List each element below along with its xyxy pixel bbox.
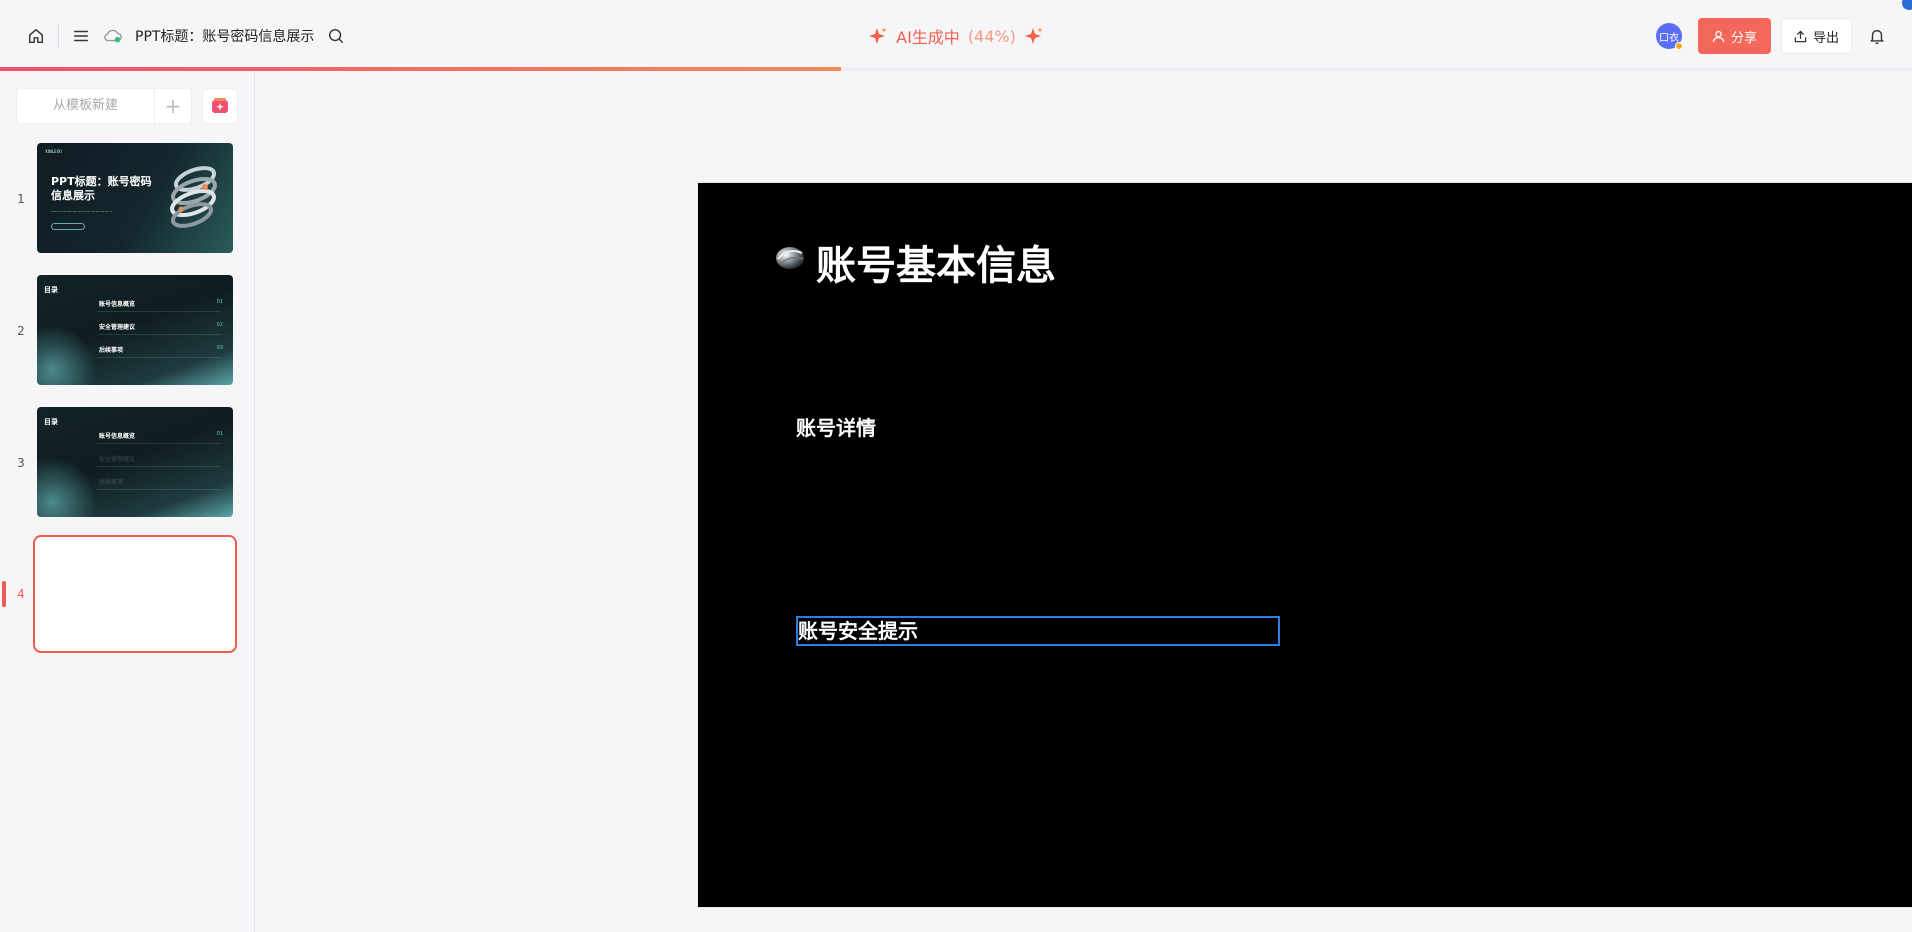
bell-icon [1870,29,1884,45]
thumb-heading: 目录 [44,286,58,294]
thumb-toc-divider [97,334,221,335]
thumb-toc-item: 后续事项 [99,479,124,486]
thumb-toc-item: 安全管理建议 [99,456,136,463]
thumb-heading: 目录 [44,418,58,426]
new-slide-row: 从模板新建 + [16,88,238,124]
slide-thumbnail[interactable]: 目录 账号信息概览 01 安全管理建议 后续事项 [37,407,233,517]
slide-number: 2 [17,324,25,338]
slide-number: 3 [17,456,25,470]
active-slide-indicator [2,581,6,607]
section-heading-security-tips[interactable]: 账号安全提示 [796,616,1280,646]
ai-status-label: AI生成中 [896,28,960,47]
thumb-toc-item: 安全管理建议 [99,324,136,331]
thumb-toc-divider [97,443,221,444]
thumb-toc-number: 03 [216,345,223,351]
sparkle-icon [869,27,888,44]
magic-slide-icon [212,98,228,113]
slide-thumbnail-item[interactable]: 1 XINLEIXI PPT标题：账号密码信息展示 ··············… [0,143,255,263]
avatar[interactable]: 口衣 [1655,23,1683,50]
slide-thumbnail[interactable]: XINLEIXI PPT标题：账号密码信息展示 ················… [37,143,233,253]
slide-thumbnail-item[interactable]: 2 目录 账号信息概览 01 安全管理建议 02 后续事项 03 [0,275,255,395]
thumb-toc-divider [97,357,221,358]
slide-number: 1 [17,192,25,206]
metal-sphere-graphic [776,247,804,269]
slide-title[interactable]: 账号基本信息 [816,233,1056,291]
add-slide-button[interactable]: + [155,88,191,124]
thumb-logo-text: XINLEIXI [45,149,62,154]
slide-sidebar: 从模板新建 + 1 XINLEIXI PPT标题：账号密码信息展示 ······… [0,71,255,932]
top-bar: PPT标题：账号密码信息展示 AI生成中 (44%) 口衣 分享 导出 [0,0,1912,70]
avatar-text: 口衣 [1658,32,1679,44]
thumb-title: PPT标题：账号密码信息展示 [51,175,152,202]
export-label: 导出 [1812,30,1839,46]
ai-add-slide-button[interactable] [202,88,238,124]
thumb-toc-number: 02 [216,322,223,328]
editor-canvas: 账号基本信息 账号详情 账号安全提示 [256,71,1912,932]
section-heading-account-details[interactable]: 账号详情 [796,412,876,441]
share-button[interactable]: 分享 [1697,18,1771,54]
thumb-toc-number: 01 [216,431,223,437]
current-slide[interactable]: 账号基本信息 账号详情 账号安全提示 [698,183,1912,907]
notification-button[interactable] [1862,18,1892,54]
user-icon [1712,30,1725,42]
new-from-template: 从模板新建 + [16,88,192,124]
thumb-toc-divider [97,466,221,467]
new-from-template-button[interactable]: 从模板新建 [17,88,155,124]
ai-generation-status: AI生成中 (44%) [0,24,1912,48]
slide-thumbnail[interactable] [33,535,237,653]
upload-icon [1794,29,1807,42]
slide-thumbnail[interactable]: 目录 账号信息概览 01 安全管理建议 02 后续事项 03 [37,275,233,385]
thumb-toc-item: 账号信息概览 [99,301,136,308]
slide-number: 4 [17,587,25,601]
avatar-status-dot [1674,42,1683,50]
thumb-toc-divider [97,489,221,490]
ai-status-percent: (44%) [967,26,1016,46]
thumb-glow [37,325,97,385]
toolbar-right: 口衣 分享 导出 [1655,18,1892,54]
thumb-toc-item: 账号信息概览 [99,433,136,440]
slide-thumbnail-item[interactable]: 3 目录 账号信息概览 01 安全管理建议 后续事项 [0,407,255,527]
thumb-glow [37,457,97,517]
metal-coil-graphic [170,166,217,228]
sparkle-icon [1024,27,1043,44]
thumb-toc-number: 01 [216,299,223,305]
thumb-toc-item: 后续事项 [99,347,124,354]
thumb-toc-divider [97,311,221,312]
slide-thumbnail-item-active[interactable]: 4 [0,535,255,655]
share-label: 分享 [1730,30,1757,46]
export-button[interactable]: 导出 [1780,18,1852,54]
thumb-subtitle-placeholder: ········································… [51,209,113,214]
thumb-presenter-pill [51,223,85,230]
